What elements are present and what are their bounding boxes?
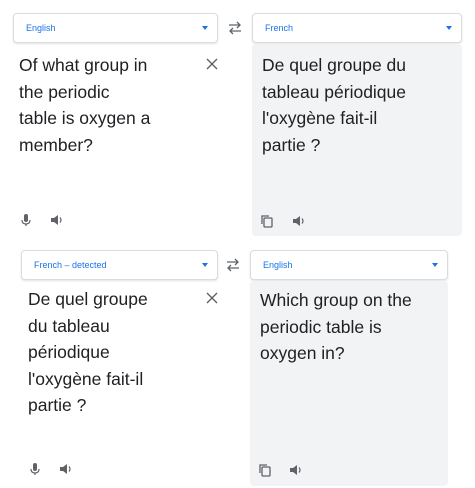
speaker-icon[interactable] bbox=[292, 214, 306, 228]
source-text-line: l'oxygène fait-il bbox=[28, 368, 144, 389]
source-text-line: De quel groupe bbox=[28, 289, 148, 309]
translated-text: Which group on the periodic table is oxy… bbox=[260, 287, 445, 367]
source-text-line: member? bbox=[19, 134, 93, 155]
translated-text-line: oxygen in? bbox=[260, 343, 345, 363]
chevron-down-icon bbox=[446, 26, 452, 30]
chevron-down-icon bbox=[202, 263, 208, 267]
source-language-select[interactable]: French – detected bbox=[21, 250, 218, 280]
chevron-down-icon bbox=[432, 263, 438, 267]
microphone-icon[interactable] bbox=[28, 462, 42, 476]
source-text-line: the periodic bbox=[19, 81, 110, 102]
source-text[interactable]: Of what group in the periodic table is o… bbox=[19, 52, 199, 158]
source-language-select[interactable]: English bbox=[13, 13, 218, 43]
target-panel: De quel groupe du tableau périodique l'o… bbox=[252, 44, 462, 236]
source-text-line: table is oxygen a bbox=[19, 108, 151, 128]
target-language-select[interactable]: French bbox=[252, 13, 462, 43]
source-language-label: English bbox=[26, 23, 56, 33]
copy-icon[interactable] bbox=[260, 214, 274, 228]
close-icon[interactable] bbox=[206, 58, 218, 70]
source-text-line: partie ? bbox=[28, 395, 87, 415]
speaker-icon[interactable] bbox=[289, 463, 303, 477]
translated-text-line: periodic table is bbox=[260, 316, 382, 337]
source-text-line: du tableau bbox=[28, 315, 110, 336]
source-panel: De quel groupe du tableau périodique l'o… bbox=[18, 280, 240, 485]
target-language-label: English bbox=[263, 260, 293, 270]
source-text-line: Of what group in bbox=[19, 55, 148, 75]
translated-text: De quel groupe du tableau périodique l'o… bbox=[262, 52, 457, 158]
translated-text-line: Which group on the bbox=[260, 290, 412, 310]
close-icon[interactable] bbox=[206, 292, 218, 304]
source-panel: Of what group in the periodic table is o… bbox=[10, 44, 240, 239]
translated-text-line: tableau périodique bbox=[262, 81, 407, 102]
microphone-icon[interactable] bbox=[19, 213, 33, 227]
target-language-label: French bbox=[265, 23, 294, 33]
copy-icon[interactable] bbox=[258, 463, 272, 477]
speaker-icon[interactable] bbox=[50, 213, 64, 227]
source-language-label: French – detected bbox=[34, 260, 107, 270]
translated-text-line: De quel groupe du bbox=[262, 55, 406, 75]
source-text[interactable]: De quel groupe du tableau périodique l'o… bbox=[28, 286, 198, 419]
translated-text-line: l'oxygène fait-il bbox=[262, 108, 378, 128]
target-panel: Which group on the periodic table is oxy… bbox=[250, 281, 448, 486]
swap-languages-icon[interactable] bbox=[225, 258, 241, 272]
speaker-icon[interactable] bbox=[59, 462, 73, 476]
swap-languages-icon[interactable] bbox=[227, 21, 243, 35]
chevron-down-icon bbox=[202, 26, 208, 30]
source-text-line: périodique bbox=[28, 342, 110, 362]
target-language-select[interactable]: English bbox=[250, 250, 448, 280]
translated-text-line: partie ? bbox=[262, 134, 321, 155]
